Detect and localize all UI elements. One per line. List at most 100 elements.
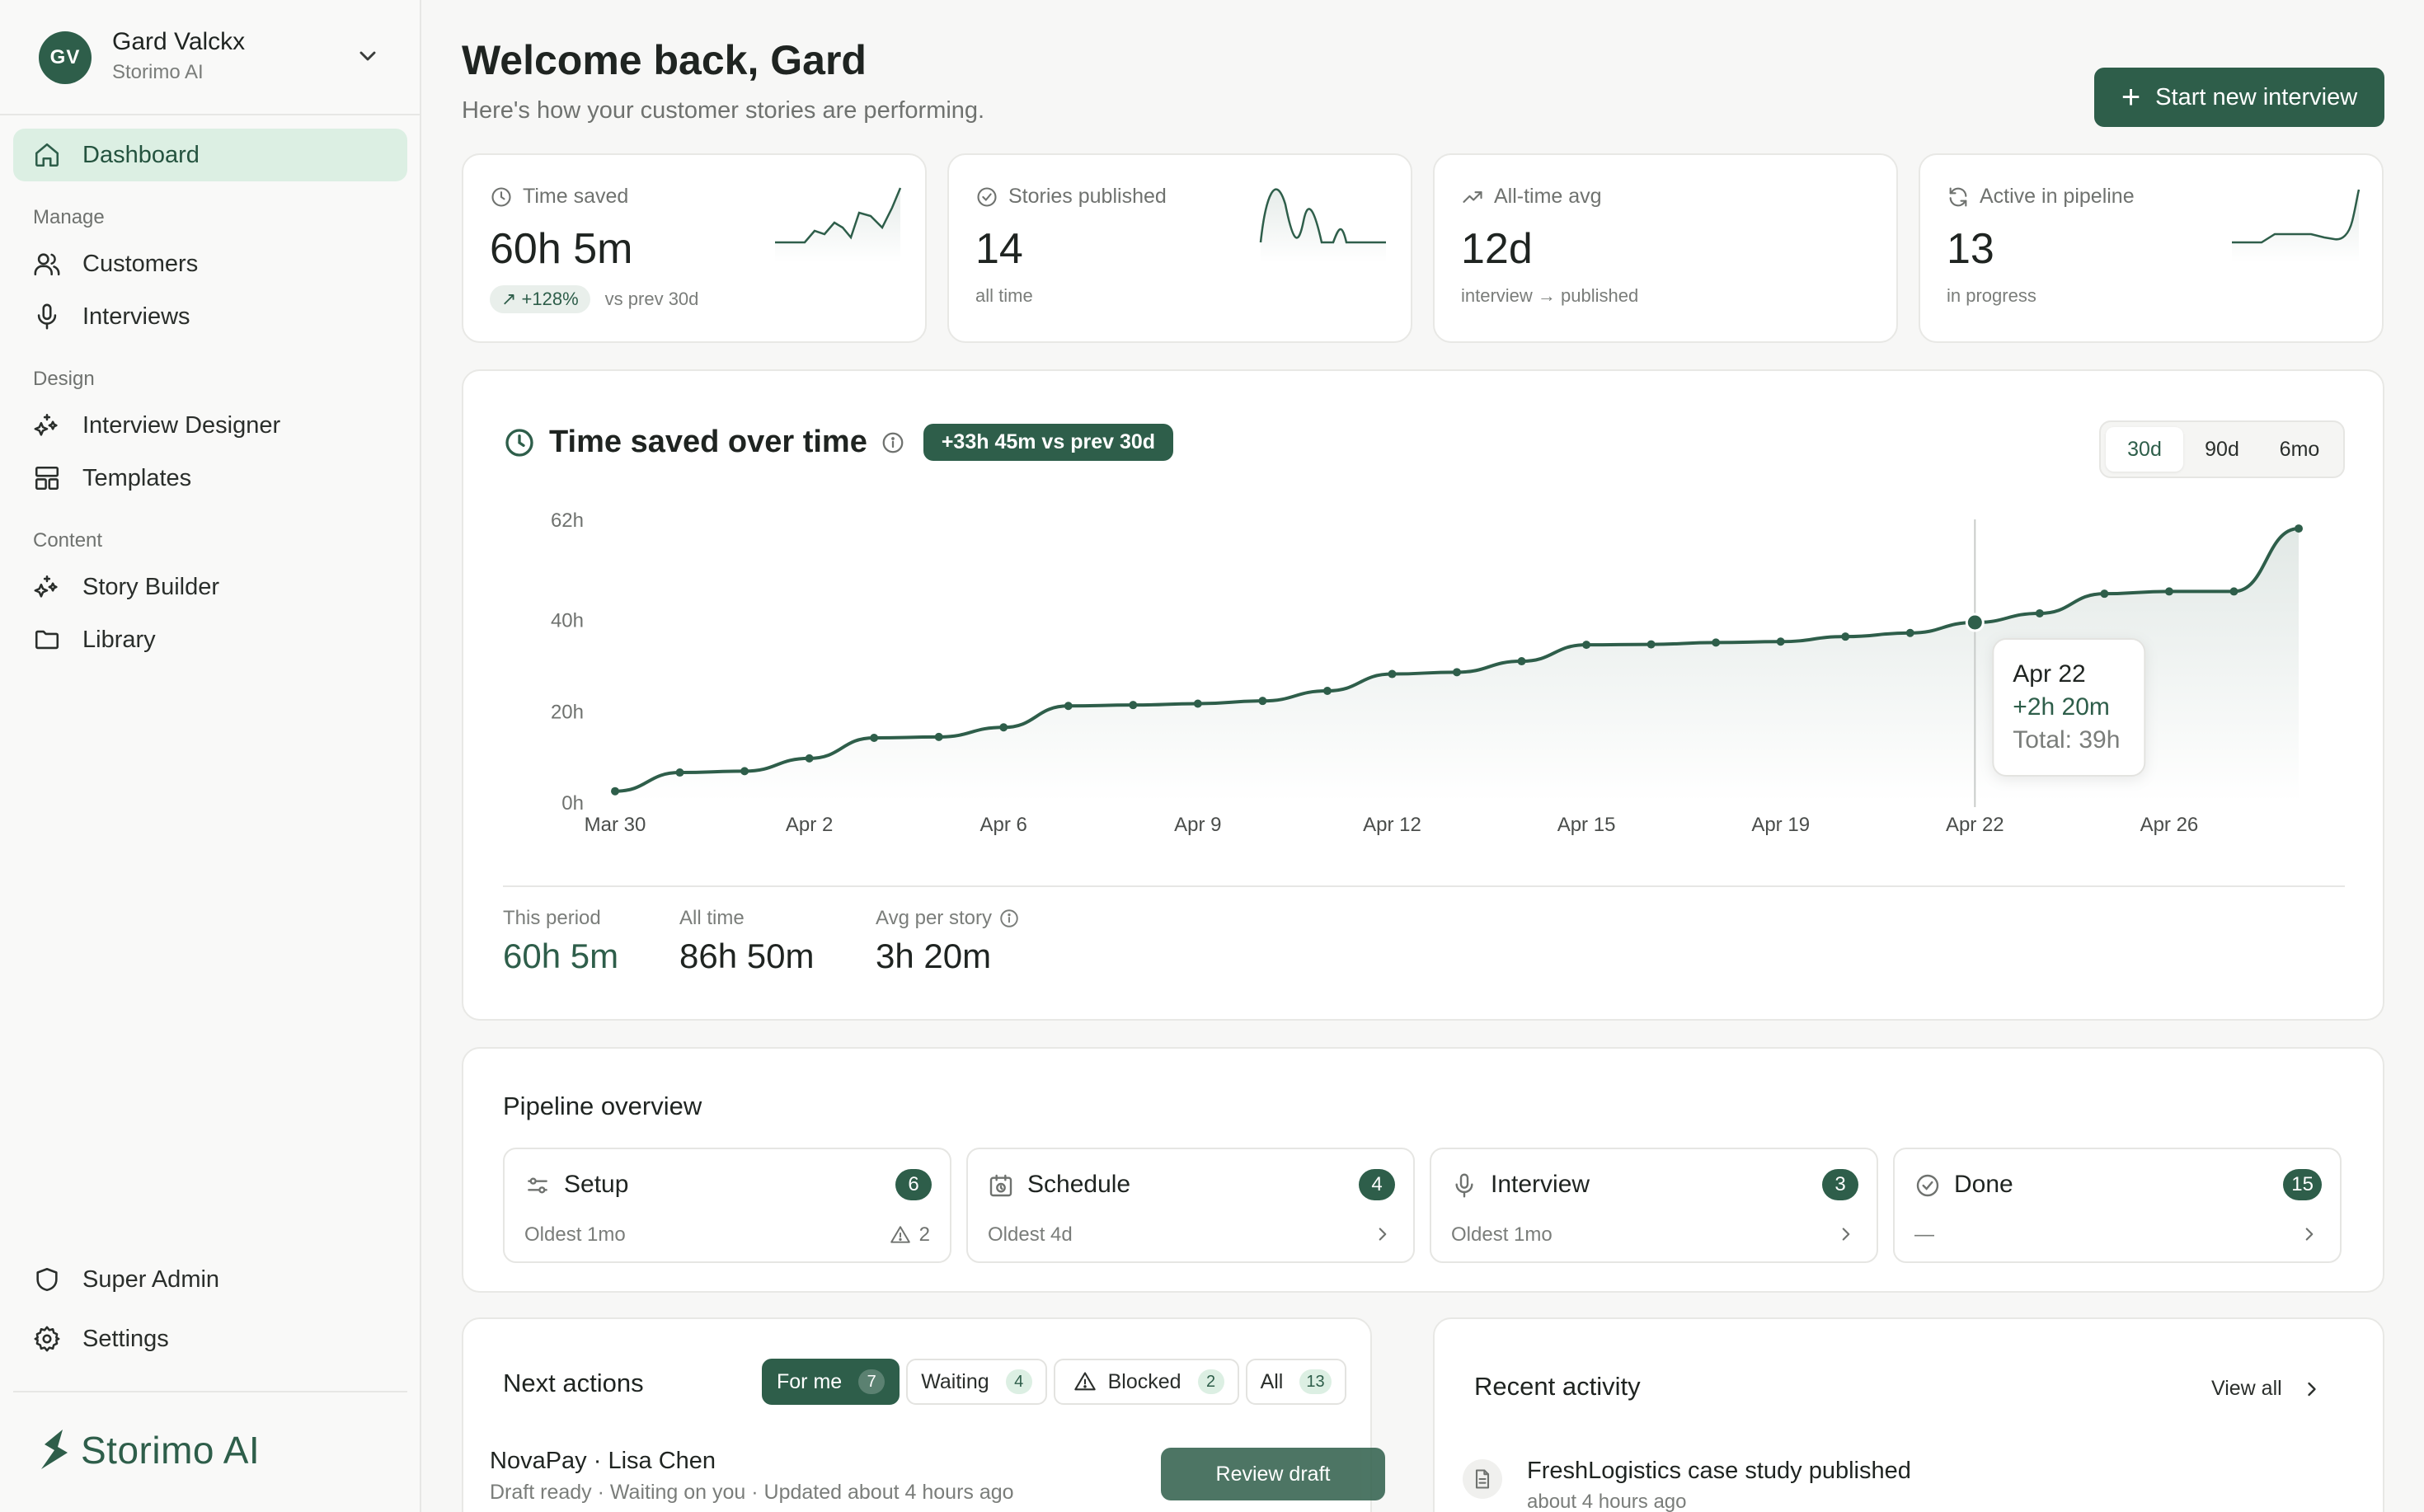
kpi-all-time: All time 86h 50m [679,907,814,976]
calendar-clock-icon [989,1174,1012,1197]
kpi-value: 3h 20m [876,937,992,975]
stage-schedule[interactable]: Schedule 4 Oldest 4d [966,1148,1415,1263]
filter-for-me[interactable]: For me 7 [762,1359,900,1405]
sidebar-item-story-builder[interactable]: Story Builder [13,561,407,613]
chevron-down-icon[interactable] [355,43,381,69]
stat-value: 60h 5m [490,225,633,273]
info-icon[interactable] [998,908,1020,929]
page-title: Welcome back, Gard [462,37,867,83]
activity-time: about 4 hours ago [1527,1491,1687,1512]
y-tick-label: 20h [551,701,584,723]
x-tick-label: Apr 2 [786,814,833,836]
stat-label-text: Time saved [523,185,629,208]
data-point [1453,668,1461,677]
stage-count: 15 [2283,1169,2322,1200]
action-item-meta: Draft ready · Waiting on you · Updated a… [490,1481,1014,1504]
storimo-logo-icon [41,1430,68,1469]
chip-count: 7 [858,1369,886,1394]
action-item-title[interactable]: NovaPay · Lisa Chen [490,1448,716,1475]
filter-all[interactable]: All 13 [1245,1359,1346,1405]
activity-title[interactable]: FreshLogistics case study published [1527,1458,1911,1485]
kpi-label: Avg per story [876,907,1020,930]
filter-blocked[interactable]: Blocked 2 [1053,1359,1239,1405]
avatar: GV [39,31,92,84]
kpi-value: 60h 5m [503,937,619,975]
y-tick-label: 0h [561,792,584,815]
sidebar-item-interviews[interactable]: Interviews [13,290,407,343]
x-tick-label: Apr 19 [1751,814,1810,836]
x-tick-label: Apr 6 [980,814,1027,836]
nav-section-content: Content [33,529,103,552]
stat-label-text: Stories published [1008,185,1167,208]
stage-name: Done [1954,1171,2013,1198]
sidebar-item-dashboard[interactable]: Dashboard [13,129,407,181]
microphone-icon [1455,1173,1473,1198]
sidebar: GV Gard Valckx Storimo AI Dashboard Mana… [0,0,421,1512]
stat-label: Time saved [490,185,628,209]
sidebar-item-label: Settings [82,1325,169,1352]
sidebar-item-label: Story Builder [82,573,220,600]
delta-value: +128% [521,289,579,309]
kpi-label-text: Avg per story [876,907,992,929]
stat-label: All-time avg [1461,185,1602,209]
shield-icon [36,1267,58,1292]
stage-setup[interactable]: Setup 6 Oldest 1mo 2 [503,1148,951,1263]
x-tick-label: Apr 12 [1363,814,1421,836]
account-switcher[interactable]: GV Gard Valckx Storimo AI [0,0,420,115]
filter-chips: For me 7 Waiting 4 Blocked 2 All 13 [762,1359,1353,1405]
data-point [2100,589,2109,599]
user-org: Storimo AI [112,61,204,83]
chip-count: 13 [1299,1369,1332,1394]
next-actions-card: Next actions For me 7 Waiting 4 Blocked … [462,1317,1385,1512]
sparkline [1259,188,1386,262]
stage-done[interactable]: Done 15 — [1893,1148,2342,1263]
stat-card-all-time-avg: All-time avg 12d interview → published [1433,153,1898,343]
y-tick-label: 62h [551,509,584,532]
folder-icon [35,630,59,650]
data-point [1712,638,1721,647]
data-point [805,754,814,763]
sidebar-item-templates[interactable]: Templates [13,452,407,505]
time-saved-area-chart: 0h 20h 40h 62h Mar 30 Apr 2 Apr 6 Apr 9 Apr 12 Ap… [551,509,2303,836]
stat-label: Active in pipeline [1947,185,2135,209]
stage-count: 3 [1822,1169,1858,1200]
section-title: Pipeline overview [503,1092,702,1120]
stage-name: Schedule [1027,1171,1131,1198]
stage-chevron [1372,1223,1393,1245]
stat-card-time-saved: Time saved 60h 5m ↗ +128% vs prev 30d [462,153,927,343]
kpi-label: All time [679,907,745,929]
kpi-label: This period [503,907,601,929]
stat-sub: all time [975,285,1033,306]
refresh-icon [1949,186,1967,207]
view-all-link[interactable]: View all [2211,1377,2323,1401]
data-point [1905,628,1914,637]
section-title: Next actions [503,1369,644,1397]
stat-value: 14 [975,225,1023,273]
sidebar-item-settings[interactable]: Settings [13,1312,407,1365]
users-icon [34,253,60,276]
pipeline-overview-card: Pipeline overview Setup 6 Oldest 1mo 2 S… [462,1047,2384,1293]
sparkles-icon [34,575,58,598]
sidebar-item-library[interactable]: Library [13,613,407,666]
review-draft-button[interactable]: Review draft [1161,1448,1385,1500]
layout-icon [35,466,59,491]
kpi-value: 86h 50m [679,937,815,975]
sidebar-item-interview-designer[interactable]: Interview Designer [13,399,407,452]
filter-waiting[interactable]: Waiting 4 [906,1359,1047,1405]
stage-interview[interactable]: Interview 3 Oldest 1mo [1430,1148,1878,1263]
data-point [675,768,684,777]
start-new-interview-button[interactable]: + Start new interview [2094,68,2384,127]
data-point [1517,657,1526,666]
sidebar-item-super-admin[interactable]: Super Admin [13,1253,407,1306]
data-point [999,723,1008,732]
chip-label: Blocked [1107,1369,1181,1393]
stage-oldest: Oldest 1mo [524,1223,626,1246]
stat-sub: in progress [1947,285,2036,306]
x-tick-label: Apr 22 [1946,814,2004,836]
gear-icon [34,1326,60,1352]
stat-sub: ↗ +128% vs prev 30d [490,285,698,313]
button-label: Start new interview [2155,83,2358,110]
chevron-right-icon [1842,1228,1850,1241]
sidebar-item-customers[interactable]: Customers [13,237,407,290]
kpi-this-period: This period 60h 5m [503,907,618,976]
